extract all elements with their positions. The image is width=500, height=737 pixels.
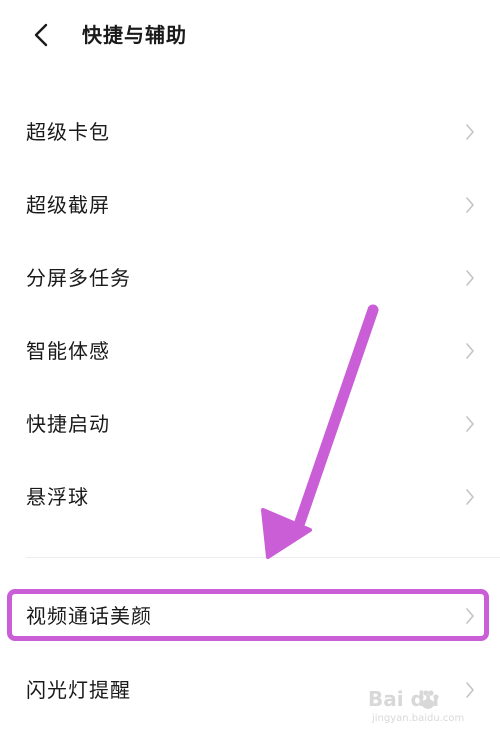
section-divider	[26, 557, 500, 558]
chevron-left-icon[interactable]	[26, 20, 56, 50]
chevron-right-icon	[466, 197, 474, 213]
settings-item-super-screenshot[interactable]: 超级截屏	[0, 175, 500, 235]
paw-icon	[418, 690, 439, 709]
chevron-right-icon	[466, 608, 474, 624]
settings-item-video-call-beauty[interactable]: 视频通话美颜	[0, 586, 500, 646]
settings-item-smart-motion[interactable]: 智能体感	[0, 321, 500, 381]
chevron-right-icon	[466, 416, 474, 432]
settings-item-label: 视频通话美颜	[26, 604, 152, 628]
settings-item-label: 超级卡包	[26, 120, 110, 144]
settings-item-label: 悬浮球	[26, 485, 89, 509]
chevron-right-icon	[466, 343, 474, 359]
chevron-right-icon	[466, 124, 474, 140]
settings-item-floating-ball[interactable]: 悬浮球	[0, 467, 500, 527]
watermark-url: jingyan.baidu.com	[372, 713, 465, 724]
settings-item-quick-launch[interactable]: 快捷启动	[0, 394, 500, 454]
top-bar: 快捷与辅助	[0, 0, 500, 70]
settings-item-super-card-pack[interactable]: 超级卡包	[0, 102, 500, 162]
watermark: Bai du jingyan.baidu.com	[368, 687, 478, 727]
settings-item-label: 闪光灯提醒	[26, 678, 131, 702]
settings-item-split-screen[interactable]: 分屏多任务	[0, 248, 500, 308]
settings-item-label: 超级截屏	[26, 193, 110, 217]
chevron-right-icon	[466, 489, 474, 505]
settings-item-label: 快捷启动	[26, 412, 110, 436]
chevron-right-icon	[466, 270, 474, 286]
page-title: 快捷与辅助	[82, 23, 187, 47]
settings-item-label: 分屏多任务	[26, 266, 131, 290]
settings-item-label: 智能体感	[26, 339, 110, 363]
